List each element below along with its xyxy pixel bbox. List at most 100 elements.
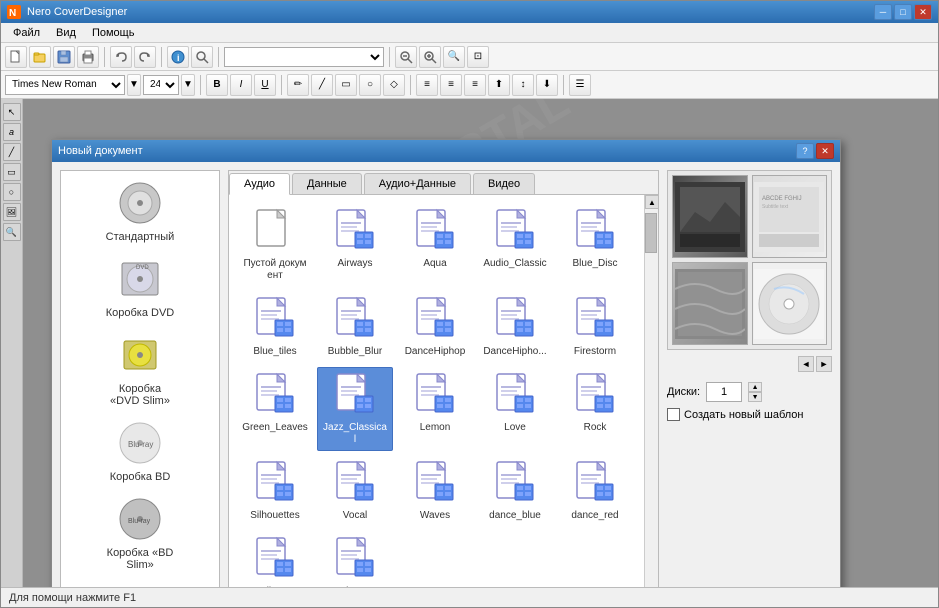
draw-line[interactable]: ╱ [311,74,333,96]
tab-data[interactable]: Данные [292,173,362,194]
files-scrollbar[interactable]: ▲ ▼ [644,195,658,587]
format-sep-1 [200,75,201,95]
app-window: N Nero CoverDesigner ─ □ ✕ Файл Вид Помо… [0,0,939,608]
zoom-out-button[interactable] [395,46,417,68]
align-bottom[interactable]: ⬇ [536,74,558,96]
file-item-blue_tiles[interactable]: Blue_tiles [237,291,313,363]
preview-controls: Диски: ▲ ▼ Создать новый шаблон [667,378,832,421]
file-item-lemon[interactable]: Lemon [397,367,473,451]
template-standard[interactable]: Стандартный [106,179,175,243]
italic-button[interactable]: I [230,74,252,96]
align-middle[interactable]: ↕ [512,74,534,96]
open-button[interactable] [29,46,51,68]
file-item-dancehipho...[interactable]: DanceHipho... [477,291,553,363]
underline-button[interactable]: U [254,74,276,96]
draw-rect[interactable]: ▭ [335,74,357,96]
font-combo[interactable]: Times New Roman [5,75,125,95]
draw-poly[interactable]: ◇ [383,74,405,96]
menu-help[interactable]: Помощь [84,25,143,41]
file-item-vocal[interactable]: Vocal [317,455,393,527]
file-item-silhouettes[interactable]: Silhouettes [237,455,313,527]
template-bd-box[interactable]: Blu-ray Коробка BD [110,419,171,483]
menu-file[interactable]: Файл [5,25,48,41]
file-item-aqua[interactable]: Aqua [397,203,473,287]
preview-prev-button[interactable]: ◄ [798,356,814,372]
template-dvd-slim-label: Коробка«DVD Slim» [110,383,170,407]
file-item-пустой_документ[interactable]: Пустой документ [237,203,313,287]
undo-button[interactable] [110,46,132,68]
format-extra[interactable]: ☰ [569,74,591,96]
bold-button[interactable]: B [206,74,228,96]
info-button[interactable]: i [167,46,189,68]
svg-text:Subtitle text: Subtitle text [762,204,789,210]
save-button[interactable] [53,46,75,68]
template-bd-slim[interactable]: Blu-ray Коробка «BDSlim» [107,495,174,571]
template-bd-slim-icon: Blu-ray [116,495,164,543]
file-item-green_leaves[interactable]: Green_Leaves [237,367,313,451]
file-item-rock[interactable]: Rock [557,367,633,451]
discs-decrement[interactable]: ▼ [748,392,762,402]
create-template-label: Создать новый шаблон [684,409,804,421]
font-combo-arrow[interactable]: ▼ [127,74,141,96]
file-item-dance_red[interactable]: dance_red [557,455,633,527]
file-item-love[interactable]: Love [477,367,553,451]
dialog-body: Стандартный DVD [52,162,840,587]
scroll-up-arrow[interactable]: ▲ [645,195,658,209]
file-item-dancehiphop[interactable]: DanceHiphop [397,291,473,363]
file-icon-dancehipho... [491,296,539,344]
dialog-close-button[interactable]: ✕ [816,143,834,159]
file-item-audio_classic[interactable]: Audio_Classic [477,203,553,287]
minimize-button[interactable]: ─ [874,4,892,20]
size-combo[interactable]: 24 [143,75,179,95]
create-template-checkbox[interactable] [667,408,680,421]
file-icon-dance_blue [491,460,539,508]
close-button[interactable]: ✕ [914,4,932,20]
align-center[interactable]: ≡ [440,74,462,96]
file-item-jazz_classical[interactable]: Jazz_Classical [317,367,393,451]
template-dvd-box[interactable]: DVD Коробка DVD [106,255,175,319]
maximize-button[interactable]: □ [894,4,912,20]
zoom-fit-button[interactable]: 🔍 [443,46,465,68]
zoom-in-button[interactable] [419,46,441,68]
search-button[interactable] [191,46,213,68]
file-icon-blue_tiles [251,296,299,344]
menu-view[interactable]: Вид [48,25,84,41]
svg-text:N: N [9,8,16,19]
template-dvd-slim[interactable]: Коробка«DVD Slim» [110,331,170,407]
toolbar-separator-3 [218,47,219,67]
file-name: dance_blue [489,510,541,522]
file-icon-dance_red [571,460,619,508]
file-name: Пустой документ [242,258,308,282]
file-item-dance_blue[interactable]: dance_blue [477,455,553,527]
scroll-thumb[interactable] [645,213,657,253]
align-left[interactable]: ≡ [416,74,438,96]
tab-audio[interactable]: Аудио [229,173,290,195]
tab-video[interactable]: Видео [473,173,535,194]
discs-input[interactable] [706,382,742,402]
file-item-blue_disc[interactable]: Blue_Disc [557,203,633,287]
redo-button[interactable] [134,46,156,68]
file-item-bubble_blur[interactable]: Bubble_Blur [317,291,393,363]
file-item-waves[interactable]: Waves [397,455,473,527]
file-item-jazz[interactable]: jazz [317,531,393,587]
new-button[interactable] [5,46,27,68]
file-icon-пустой документ [251,208,299,256]
discs-increment[interactable]: ▲ [748,382,762,392]
file-item-firestorm[interactable]: Firestorm [557,291,633,363]
align-right[interactable]: ≡ [464,74,486,96]
draw-pencil[interactable]: ✏ [287,74,309,96]
create-template-row: Создать новый шаблон [667,408,832,421]
tab-audio-data[interactable]: Аудио+Данные [364,173,471,194]
zoom-page-button[interactable]: ⊡ [467,46,489,68]
file-item-disco[interactable]: disco [237,531,313,587]
draw-ellipse[interactable]: ○ [359,74,381,96]
svg-text:Blu-ray: Blu-ray [128,518,151,525]
print-button[interactable] [77,46,99,68]
align-top[interactable]: ⬆ [488,74,510,96]
dialog-help-button[interactable]: ? [796,143,814,159]
file-item-airways[interactable]: Airways [317,203,393,287]
preview-next-button[interactable]: ► [816,356,832,372]
size-combo-arrow[interactable]: ▼ [181,74,195,96]
view-combo[interactable] [224,47,384,67]
format-sep-4 [563,75,564,95]
